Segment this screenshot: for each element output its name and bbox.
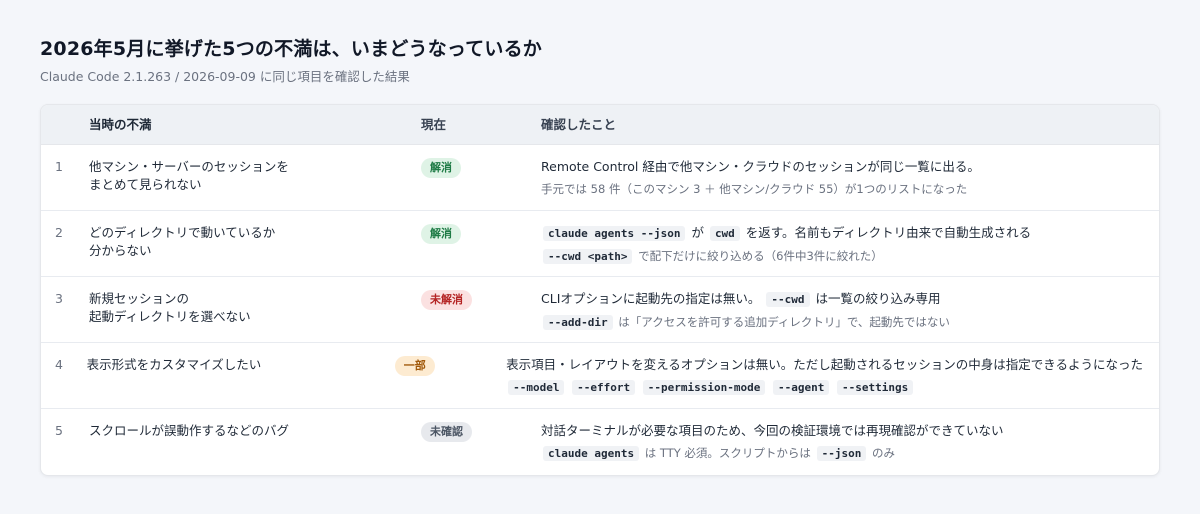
row-issue: 表示形式をカスタマイズしたい [87, 356, 395, 408]
code-snippet: claude agents [543, 446, 640, 461]
issue-line: 分からない [89, 243, 152, 258]
note-text: Remote Control 経由で他マシン・クラウドのセッションが同じ一覧に出… [541, 159, 980, 174]
note-text: を返す。名前もディレクトリ由来で自動生成される [745, 225, 1032, 240]
status-badge: 一部 [394, 356, 435, 376]
note-text: が [691, 225, 704, 240]
row-status: 一部 [394, 356, 506, 408]
code-snippet: --add-dir [543, 315, 613, 330]
code-snippet: --permission-mode [642, 380, 766, 395]
page: 2026年5月に挙げた5つの不満は、いまどうなっているか Claude Code… [0, 0, 1200, 476]
code-snippet: --cwd <path> [543, 249, 633, 264]
code-snippet: claude agents --json [543, 226, 686, 241]
table-row: 4 表示形式をカスタマイズしたい 一部 表示項目・レイアウトを変えるオプションは… [41, 343, 1159, 409]
status-badge: 解消 [421, 224, 461, 244]
table-row: 3 新規セッションの 起動ディレクトリを選べない 未解消 CLIオプションに起動… [41, 277, 1159, 343]
header-note: 確認したこと [541, 116, 617, 132]
header-issue: 当時の不満 [89, 116, 152, 132]
note-text: のみ [872, 446, 895, 460]
note-text: CLIオプションに起動先の指定は無い。 [541, 291, 761, 306]
table-row: 5 スクロールが誤動作するなどのバグ 未確認 対話ターミナルが必要な項目のため、… [41, 409, 1159, 475]
note-main: 対話ターミナルが必要な項目のため、今回の検証環境では再現確認ができていない [541, 422, 1143, 440]
row-issue: スクロールが誤動作するなどのバグ [89, 422, 421, 475]
table-row: 1 他マシン・サーバーのセッションを まとめて見られない 解消 Remote C… [41, 145, 1159, 211]
row-status: 未確認 [421, 422, 541, 475]
row-issue: どのディレクトリで動いているか 分からない [89, 224, 421, 276]
row-status: 解消 [421, 224, 541, 276]
note-text: は「アクセスを許可する追加ディレクトリ」で、起動先ではない [618, 315, 950, 329]
note-sub: --model --effort --permission-mode --age… [506, 378, 1143, 397]
code-snippet: --effort [572, 380, 636, 395]
status-badge: 未解消 [421, 290, 472, 310]
row-number: 2 [55, 225, 63, 240]
row-note: 対話ターミナルが必要な項目のため、今回の検証環境では再現確認ができていない cl… [541, 422, 1159, 475]
issue-line: 新規セッションの [89, 291, 190, 306]
note-main: CLIオプションに起動先の指定は無い。 --cwd は一覧の絞り込み専用 [541, 290, 1143, 309]
row-note: 表示項目・レイアウトを変えるオプションは無い。ただし起動されるセッションの中身は… [506, 356, 1159, 408]
page-subtitle: Claude Code 2.1.263 / 2026-09-09 に同じ項目を確… [40, 69, 410, 84]
table-header: 当時の不満 現在 確認したこと [41, 105, 1159, 145]
issue-line: 表示形式をカスタマイズしたい [86, 357, 262, 372]
code-snippet: --model [508, 380, 565, 395]
status-badge: 解消 [421, 158, 461, 178]
note-text: 対話ターミナルが必要な項目のため、今回の検証環境では再現確認ができていない [541, 423, 1004, 438]
code-snippet: --cwd [766, 292, 810, 307]
note-text: 表示項目・レイアウトを変えるオプションは無い。ただし起動されるセッションの中身は… [506, 357, 1144, 372]
note-text: は TTY 必須。スクリプトからは [644, 446, 811, 460]
status-badge: 未確認 [421, 422, 472, 442]
issue-line: どのディレクトリで動いているか [89, 225, 276, 240]
note-sub: claude agents は TTY 必須。スクリプトからは --json の… [541, 444, 1143, 463]
issue-line: まとめて見られない [89, 177, 202, 192]
status-table: 当時の不満 現在 確認したこと 1 他マシン・サーバーのセッションを まとめて見… [40, 104, 1160, 476]
header-status: 現在 [421, 116, 447, 132]
row-number: 3 [55, 291, 63, 306]
code-snippet: --json [816, 446, 867, 461]
code-snippet: cwd [709, 226, 740, 241]
row-note: Remote Control 経由で他マシン・クラウドのセッションが同じ一覧に出… [541, 158, 1159, 210]
row-note: CLIオプションに起動先の指定は無い。 --cwd は一覧の絞り込み専用 --a… [541, 290, 1159, 342]
row-number: 4 [55, 357, 63, 372]
note-main: 表示項目・レイアウトを変えるオプションは無い。ただし起動されるセッションの中身は… [506, 356, 1143, 374]
note-main: Remote Control 経由で他マシン・クラウドのセッションが同じ一覧に出… [541, 158, 1143, 176]
note-text: で配下だけに絞り込める（6件中3件に絞れた） [638, 249, 883, 263]
issue-line: 起動ディレクトリを選べない [89, 309, 251, 324]
row-status: 解消 [421, 158, 541, 210]
row-issue: 新規セッションの 起動ディレクトリを選べない [89, 290, 421, 342]
row-number: 1 [55, 159, 63, 174]
note-text: は一覧の絞り込み専用 [815, 291, 941, 306]
row-issue: 他マシン・サーバーのセッションを まとめて見られない [89, 158, 421, 210]
code-snippet: --agent [773, 380, 830, 395]
row-number: 5 [55, 423, 63, 438]
code-snippet: --settings [837, 380, 914, 395]
note-sub: --cwd <path> で配下だけに絞り込める（6件中3件に絞れた） [541, 247, 1143, 266]
note-text: 手元では 58 件（このマシン 3 ＋ 他マシン/クラウド 55）が1つのリスト… [541, 182, 968, 196]
row-note: claude agents --json が cwd を返す。名前もディレクトリ… [541, 224, 1159, 276]
table-row: 2 どのディレクトリで動いているか 分からない 解消 claude agents… [41, 211, 1159, 277]
note-main: claude agents --json が cwd を返す。名前もディレクトリ… [541, 224, 1143, 243]
issue-line: 他マシン・サーバーのセッションを [89, 159, 289, 174]
page-title: 2026年5月に挙げた5つの不満は、いまどうなっているか [40, 38, 542, 60]
row-status: 未解消 [421, 290, 541, 342]
note-sub: 手元では 58 件（このマシン 3 ＋ 他マシン/クラウド 55）が1つのリスト… [541, 180, 1143, 198]
issue-line: スクロールが誤動作するなどのバグ [89, 423, 290, 438]
note-sub: --add-dir は「アクセスを許可する追加ディレクトリ」で、起動先ではない [541, 313, 1143, 332]
